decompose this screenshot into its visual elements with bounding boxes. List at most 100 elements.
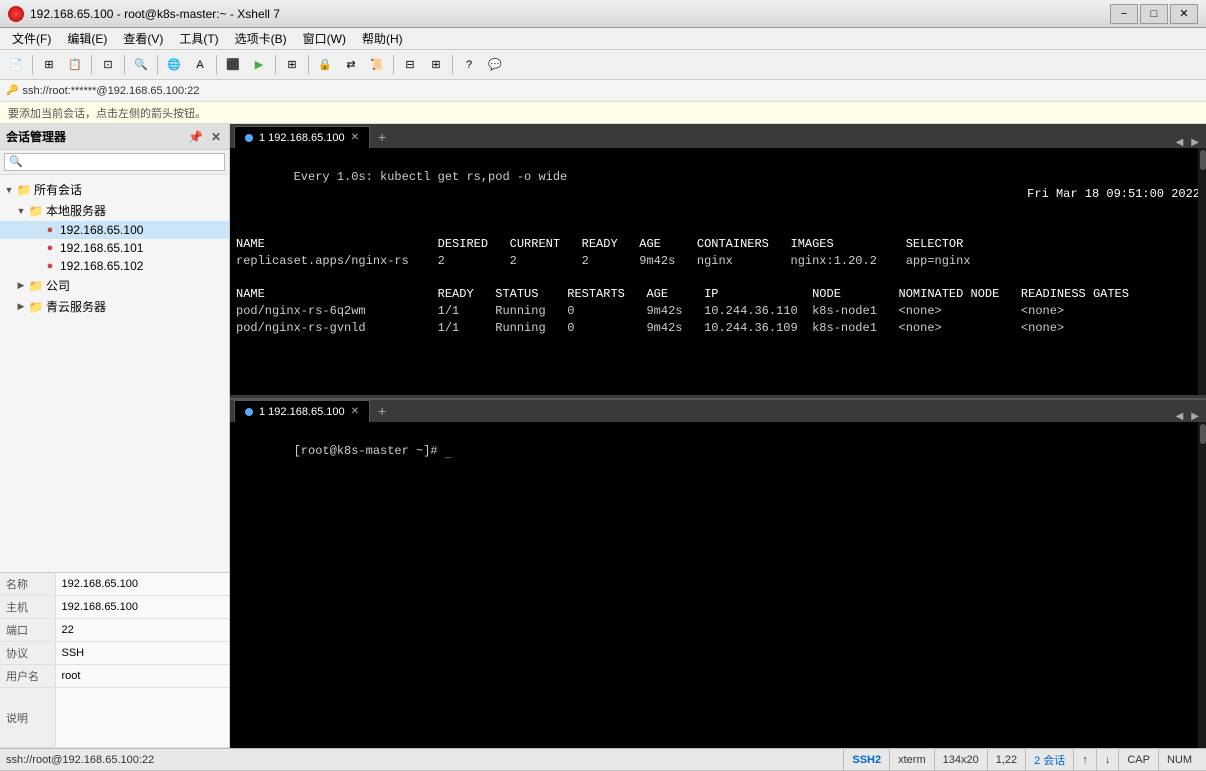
info-row-port: 端口 22 [0,619,229,642]
info-label-port: 端口 [0,619,55,642]
tb-transfer-button[interactable]: ⇄ [339,54,363,76]
info-row-name: 名称 192.168.65.100 [0,573,229,596]
tree-label-s101: 192.168.65.101 [60,241,143,255]
minimize-button[interactable]: − [1110,4,1138,24]
tree-arrow-all: ▼ [2,185,16,195]
tab-nav-right[interactable]: ▶ [1188,137,1202,148]
lower-prompt: [root@k8s-master ~]# [294,444,445,458]
tb-sep-4 [157,55,158,75]
tb-copy-button[interactable]: ⊞ [37,54,61,76]
info-bar: 要添加当前会话，点击左侧的箭头按钮。 [0,102,1206,124]
tb-sep-6 [275,55,276,75]
tree-item-server-100[interactable]: ● 192.168.65.100 [0,221,229,239]
info-value-host: 192.168.65.100 [55,596,229,619]
status-up[interactable]: ↑ [1073,749,1096,771]
menu-view[interactable]: 查看(V) [115,28,171,49]
tb-split-v-button[interactable]: ⊟ [398,54,422,76]
tree-item-company[interactable]: ▶ 📁 公司 [0,275,229,296]
server-101-icon: ● [42,241,58,255]
tb-globe-button[interactable]: 🌐 [162,54,186,76]
menu-tabs[interactable]: 选项卡(B) [227,28,295,49]
info-label-user: 用户名 [0,665,55,688]
lower-scroll-thumb [1200,424,1206,444]
tree-item-server-102[interactable]: ● 192.168.65.102 [0,257,229,275]
term-pod-row-1: pod/nginx-rs-6q2wm 1/1 Running 0 9m42s 1… [236,303,1200,320]
tree-item-server-101[interactable]: ● 192.168.65.101 [0,239,229,257]
tb-sep-1 [32,55,33,75]
server-100-icon: ● [42,223,58,237]
tb-search-button[interactable]: 🔍 [129,54,153,76]
session-ssh-icon: 🔑 [6,85,18,96]
menu-bar: 文件(F) 编辑(E) 查看(V) 工具(T) 选项卡(B) 窗口(W) 帮助(… [0,28,1206,50]
term-pod-header: NAME READY STATUS RESTARTS AGE IP NODE N… [236,286,1200,303]
menu-edit[interactable]: 编辑(E) [59,28,115,49]
window-controls: − □ ✕ [1110,4,1198,24]
info-value-name: 192.168.65.100 [55,573,229,596]
info-label-host: 主机 [0,596,55,619]
session-bar-text: ssh://root:******@192.168.65.100:22 [22,85,199,97]
tab-nav-left[interactable]: ◀ [1173,137,1187,148]
folder-qingyun-icon: 📁 [28,300,44,314]
menu-file[interactable]: 文件(F) [4,28,59,49]
info-value-protocol: SSH [55,642,229,665]
lower-tab-nav-right[interactable]: ▶ [1188,411,1202,422]
menu-window[interactable]: 窗口(W) [295,28,354,49]
lower-tab-1-close[interactable]: ✕ [351,406,359,417]
tb-sep-3 [124,55,125,75]
lower-tab-add[interactable]: + [372,400,392,422]
tb-lock-button[interactable]: 🔒 [313,54,337,76]
status-ssh2: SSH2 [843,749,889,771]
upper-terminal[interactable]: Every 1.0s: kubectl get rs,pod -o wide F… [230,148,1206,398]
tb-help-button[interactable]: ? [457,54,481,76]
tb-paste-button[interactable]: 📋 [63,54,87,76]
tb-font-button[interactable]: A [188,54,212,76]
upper-scroll-thumb [1200,150,1206,170]
close-button[interactable]: ✕ [1170,4,1198,24]
upper-tab-add[interactable]: + [372,126,392,148]
tree-label-qingyun: 青云服务器 [46,298,106,315]
status-down[interactable]: ↓ [1096,749,1119,771]
menu-tools[interactable]: 工具(T) [171,28,226,49]
lower-tab-nav-left[interactable]: ◀ [1173,411,1187,422]
tab-nav-btns: ◀ ▶ [1173,137,1202,148]
menu-help[interactable]: 帮助(H) [354,28,411,49]
lower-tab-1-label: 1 192.168.65.100 [259,406,345,418]
term-watch-line: Every 1.0s: kubectl get rs,pod -o wide F… [236,152,1200,219]
toolbar: 📄 ⊞ 📋 ⊡ 🔍 🌐 A ⬛ ▶ ⊞ 🔒 ⇄ 📜 ⊟ ⊞ ? 💬 [0,50,1206,80]
tb-stop-button[interactable]: ⬛ [221,54,245,76]
upper-scrollbar[interactable] [1198,148,1206,395]
upper-tab-1-close[interactable]: ✕ [351,132,359,143]
status-left-text: ssh://root@192.168.65.100:22 [6,754,835,766]
sidebar-header-icons: 📌 ✕ [186,130,223,144]
tb-layout-button[interactable]: ⊞ [280,54,304,76]
status-items: SSH2 xterm 134x20 1,22 2 会话 ↑ ↓ CAP NUM [843,749,1200,771]
term-rs-row: replicaset.apps/nginx-rs 2 2 2 9m42s ngi… [236,253,1200,270]
tb-new-button[interactable]: 📄 [4,54,28,76]
tb-chat-button[interactable]: 💬 [483,54,507,76]
info-value-port: 22 [55,619,229,642]
lower-tab-1[interactable]: 1 192.168.65.100 ✕ [234,400,370,422]
term-pod-row-2: pod/nginx-rs-gvnld 1/1 Running 0 9m42s 1… [236,320,1200,337]
maximize-button[interactable]: □ [1140,4,1168,24]
tree-item-all-sessions[interactable]: ▼ 📁 所有会话 [0,179,229,200]
tree-item-local-servers[interactable]: ▼ 📁 本地服务器 [0,200,229,221]
tree-label-all: 所有会话 [34,181,82,198]
term-watch-cmd: Every 1.0s: kubectl get rs,pod -o wide [294,170,971,184]
sidebar: 会话管理器 📌 ✕ ▼ 📁 所有会话 ▼ 📁 本地服务器 [0,124,230,748]
lower-scrollbar[interactable] [1198,422,1206,748]
sidebar-pin-icon[interactable]: 📌 [186,130,205,144]
tb-sep-7 [308,55,309,75]
lower-terminal[interactable]: [root@k8s-master ~]# █ [230,422,1206,748]
upper-tab-1[interactable]: 1 192.168.65.100 ✕ [234,126,370,148]
tb-connect-button[interactable]: ⊡ [96,54,120,76]
tree-label-s100: 192.168.65.100 [60,223,143,237]
cursor-block: █ [445,444,452,458]
tb-script-button[interactable]: 📜 [365,54,389,76]
tree-item-qingyun[interactable]: ▶ 📁 青云服务器 [0,296,229,317]
tree-arrow-qingyun: ▶ [14,301,28,312]
sidebar-search-input[interactable] [4,153,225,171]
info-row-host: 主机 192.168.65.100 [0,596,229,619]
sidebar-close-icon[interactable]: ✕ [209,130,223,144]
tb-record-button[interactable]: ▶ [247,54,271,76]
tb-split-h-button[interactable]: ⊞ [424,54,448,76]
